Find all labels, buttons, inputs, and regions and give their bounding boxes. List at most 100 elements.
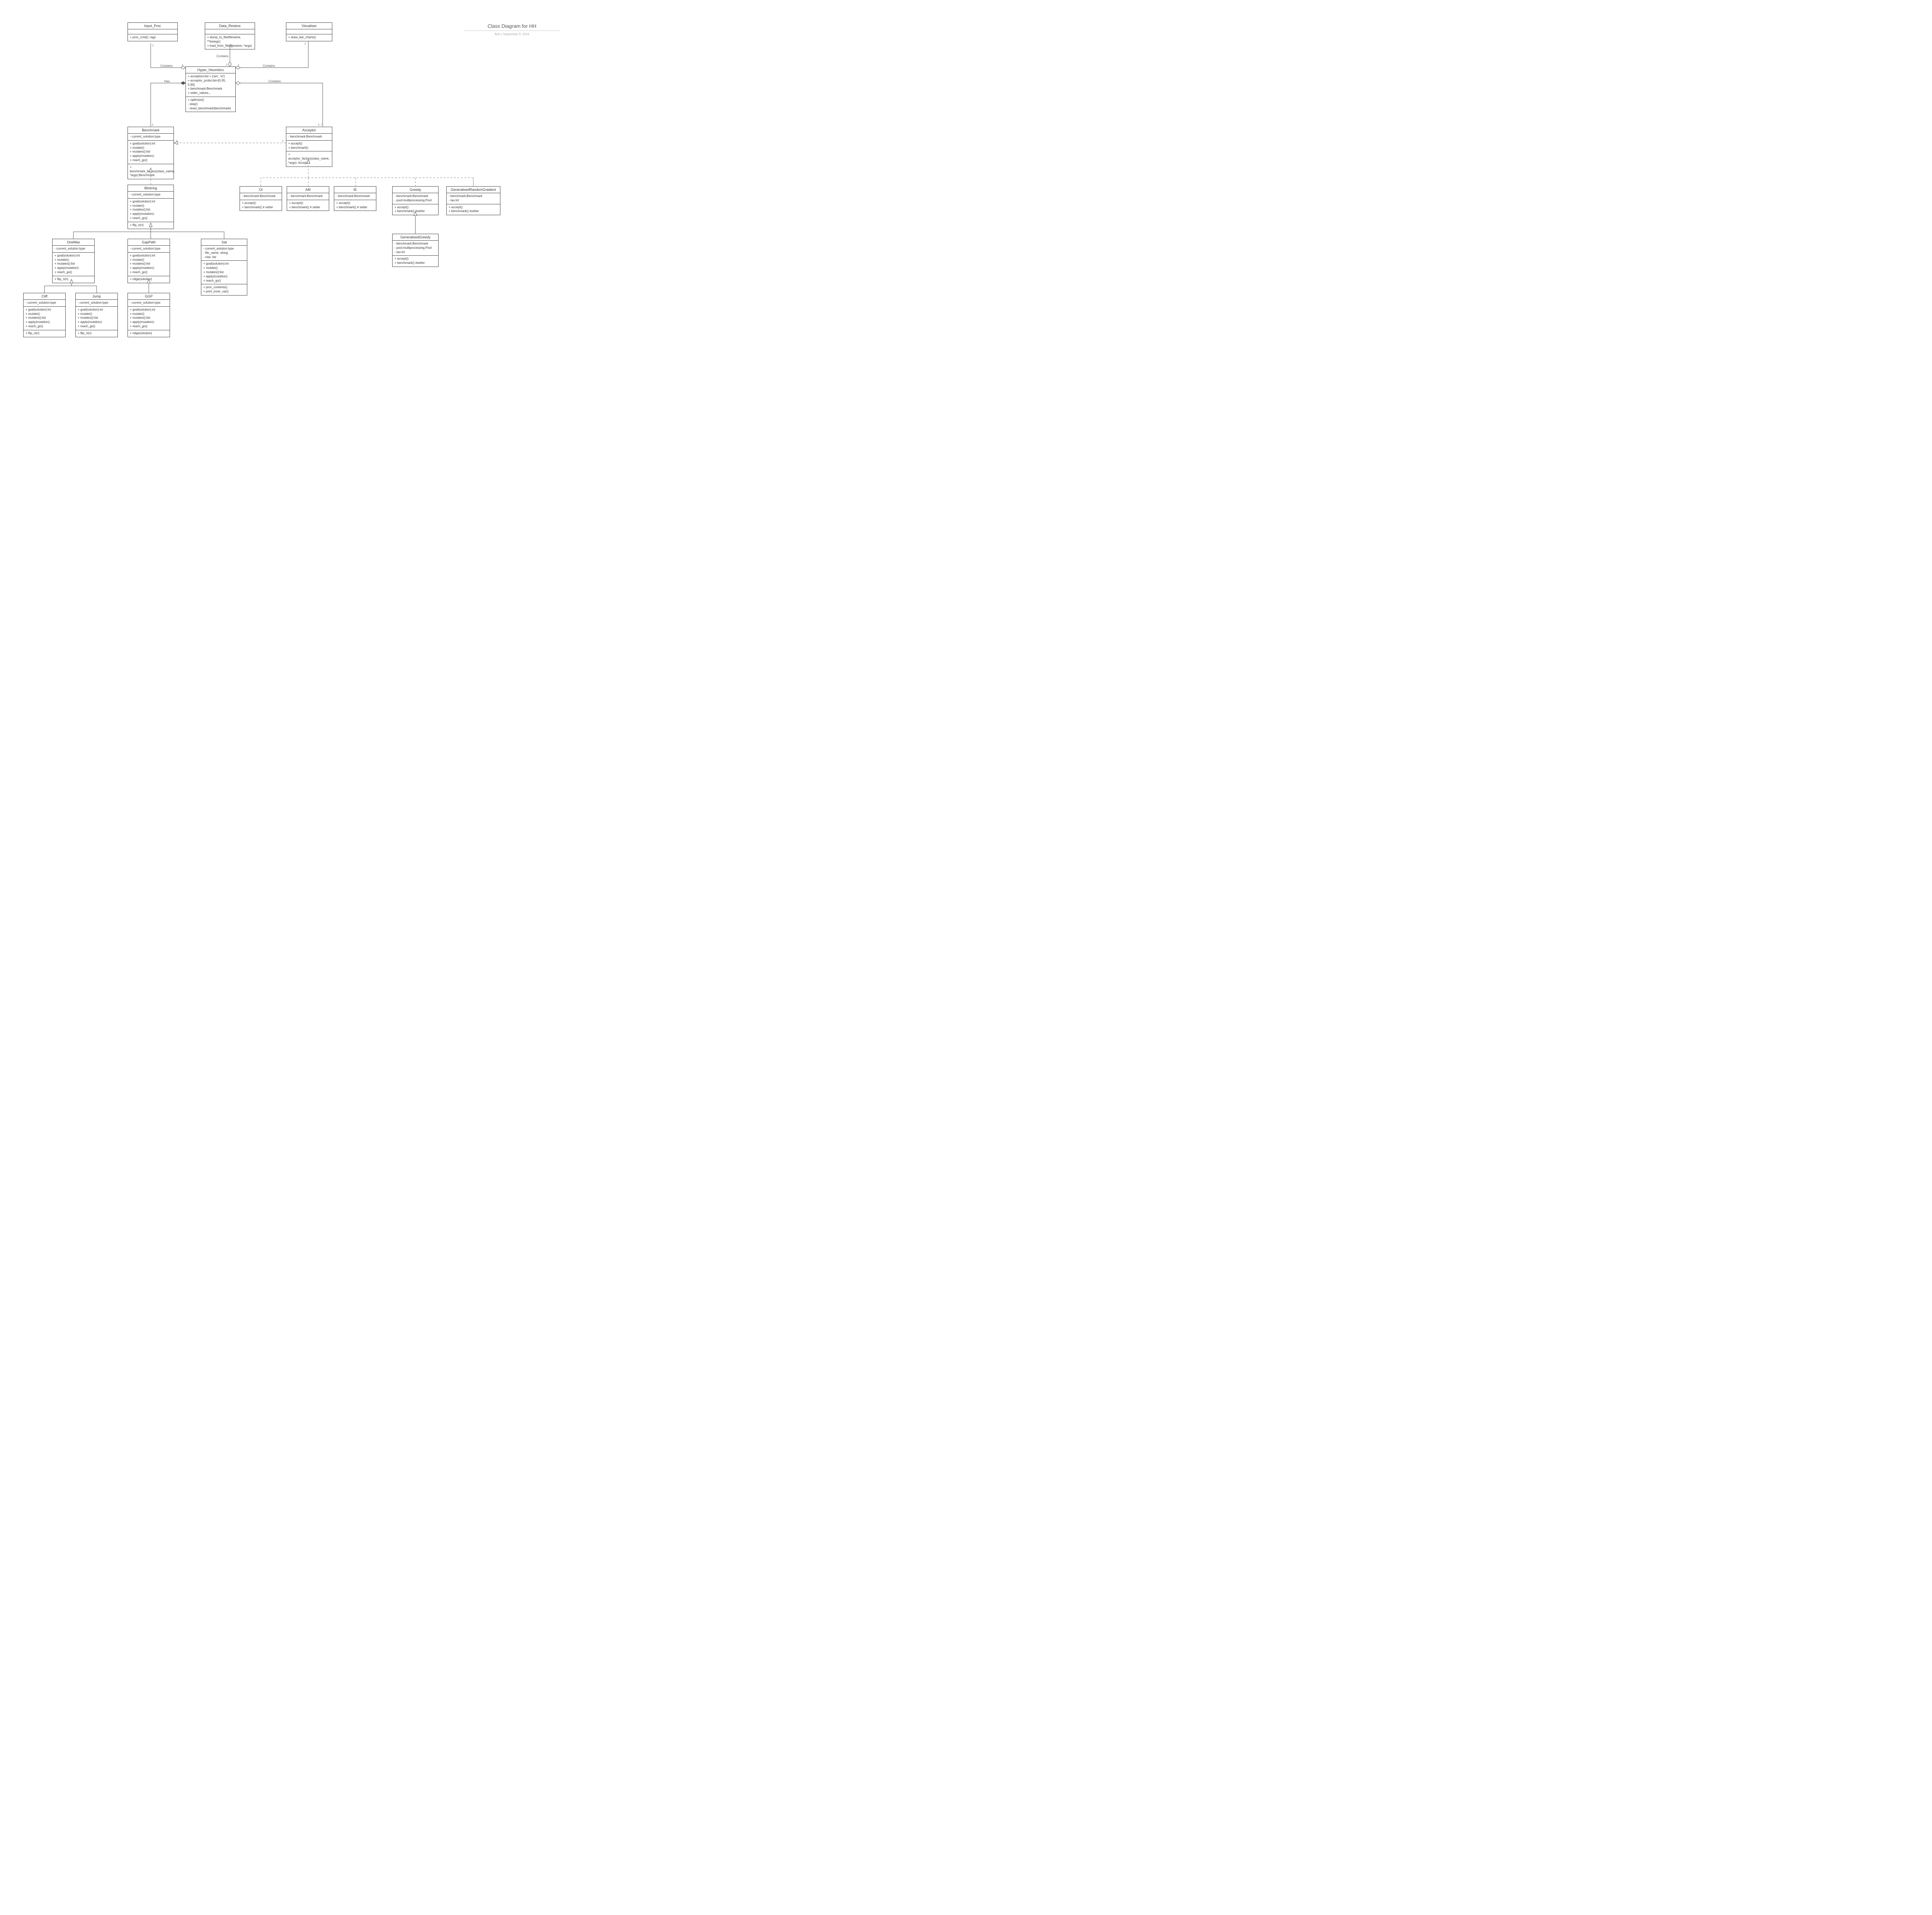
attrs: - benchmark:Benchmark - pool:multiproces… xyxy=(393,241,438,256)
attrs: + acceptors:list = ['am', 'oi'] + accept… xyxy=(186,73,235,97)
diagram-subtitle: flyth | September 9, 2019 xyxy=(464,32,560,36)
class-hyper-heuristics[interactable]: Hyper_Heuristics + acceptors:list = ['am… xyxy=(185,66,236,112)
ops2: + flip_n(n) xyxy=(76,330,117,337)
attrs: - current_solution:type xyxy=(128,246,170,253)
class-name: Bitstring xyxy=(128,185,173,192)
class-greedy[interactable]: Greedy - benchmark:Benchmark - pool:mult… xyxy=(392,186,439,215)
ops2: + flip_n(n) xyxy=(53,276,94,283)
class-name: IE xyxy=(334,187,376,193)
svg-text:1: 1 xyxy=(282,140,284,143)
svg-text:1: 1 xyxy=(152,124,153,126)
ops: + accept(): + benchmark() # setter xyxy=(334,200,376,211)
attrs xyxy=(205,29,255,34)
ops: + accept(): + benchmark() xyxy=(286,141,332,152)
attrs: - benchmark:Benchmark - tau:int xyxy=(447,193,500,204)
class-name: GeneralisedGreedy xyxy=(393,234,438,241)
ops2: + flip_n(n) xyxy=(24,330,65,337)
class-cliff[interactable]: Cliff - current_solution:type + goal(sol… xyxy=(23,293,66,337)
class-grg[interactable]: GeneralisedRandomGradient - benchmark:Be… xyxy=(446,186,500,215)
svg-text:1: 1 xyxy=(226,64,228,66)
svg-text:1: 1 xyxy=(176,140,177,143)
class-data-restore[interactable]: Data_Restore + dump_to_file(filename, **… xyxy=(205,22,255,49)
ops: + goal(solution):int + mutate(): + mutat… xyxy=(201,261,247,284)
class-gappath[interactable]: GapPath - current_solution:type + goal(s… xyxy=(128,239,170,283)
attrs xyxy=(286,29,332,34)
svg-text:1: 1 xyxy=(238,64,239,67)
ops: + goal(solution):int + mutate(): + mutat… xyxy=(53,253,94,276)
svg-text:Contains: Contains xyxy=(269,80,281,83)
class-input-proc[interactable]: Input_Proc + proc_cmd(): rags xyxy=(128,22,178,41)
ops: + accept(): + benchmark() # setter xyxy=(240,200,282,211)
attrs: - benchmark:Benchmark xyxy=(334,193,376,200)
class-oi[interactable]: OI - benchmark:Benchmark + accept(): + b… xyxy=(240,186,282,211)
ops: + accept(): + benchmark() #setter xyxy=(393,204,438,215)
class-name: Jump xyxy=(76,293,117,300)
class-am[interactable]: AM - benchmark:Benchmark + accept(): + b… xyxy=(287,186,329,211)
ops: + accept(): + benchmark() # setter xyxy=(287,200,329,211)
class-visualiser[interactable]: Visualiser + draw_bar_charts() xyxy=(286,22,332,41)
attrs: - current_solution:type xyxy=(76,300,117,307)
class-bitstring[interactable]: Bitstring - current_solution:type + goal… xyxy=(128,185,174,229)
svg-text:1: 1 xyxy=(152,44,154,47)
attrs: - current_solution:type - file_name: str… xyxy=(201,246,247,261)
class-name: Visualiser xyxy=(286,23,332,29)
class-benchmark[interactable]: Benchmark - current_solution:type + goal… xyxy=(128,127,174,179)
ops2: + acceptor_factory(class_name, *args): A… xyxy=(286,151,332,166)
attrs: - current_solution:type xyxy=(53,246,94,253)
class-ggp[interactable]: GGP - current_solution:type + goal(solut… xyxy=(128,293,170,337)
diagram-canvas: Class Diagram for HH flyth | September 9… xyxy=(0,0,576,383)
class-name: GeneralisedRandomGradient xyxy=(447,187,500,193)
ops: + proc_cmd(): rags xyxy=(128,34,177,41)
ops2: + benchmark_factory(class_name, *args):B… xyxy=(128,164,173,179)
label-contains: Contains xyxy=(160,64,173,68)
svg-text:Contains: Contains xyxy=(216,54,229,58)
ops2: + ridge(solution) xyxy=(128,276,170,283)
ops: + optimize() - step() - reset_benchmark(… xyxy=(186,97,235,112)
ops: + goal(solution):int + mutate(): + mutat… xyxy=(128,141,173,164)
attrs: - benchmark:Benchmark xyxy=(240,193,282,200)
class-ie[interactable]: IE - benchmark:Benchmark + accept(): + b… xyxy=(334,186,376,211)
ops2: + ridge(solution) xyxy=(128,330,170,337)
class-name: OneMax xyxy=(53,239,94,246)
svg-text:1..*: 1..* xyxy=(318,124,322,126)
ops2: + proc_contents() + print_inner_var() xyxy=(201,284,247,295)
class-acceptor[interactable]: Acceptor - benchmark:Benchmark + accept(… xyxy=(286,127,332,167)
class-name: Hyper_Heuristics xyxy=(186,67,235,73)
class-name: Input_Proc xyxy=(128,23,177,29)
attrs: - benchmark:Benchmark - pool:multiproces… xyxy=(393,193,438,204)
class-name: Acceptor xyxy=(286,127,332,134)
class-onemax[interactable]: OneMax - current_solution:type + goal(so… xyxy=(52,239,95,283)
ops: + dump_to_file(filename, **kwargs) + loa… xyxy=(205,34,255,49)
class-name: GGP xyxy=(128,293,170,300)
attrs: - benchmark:Benchmark xyxy=(287,193,329,200)
class-name: Sat xyxy=(201,239,247,246)
ops: + accept(): + benchmark() #setter xyxy=(447,204,500,215)
attrs: - current_solution:type xyxy=(128,192,173,199)
ops: + accept(): + benchmark() #setter xyxy=(393,256,438,267)
ops: + draw_bar_charts() xyxy=(286,34,332,41)
class-name: Cliff xyxy=(24,293,65,300)
class-name: Benchmark xyxy=(128,127,173,134)
attrs: - current_solution:type xyxy=(128,300,170,307)
ops: + goal(solution):int + mutate(): + mutat… xyxy=(76,307,117,330)
diagram-title: Class Diagram for HH xyxy=(464,23,560,31)
attrs: - current_solution:type xyxy=(128,134,173,141)
svg-text:1: 1 xyxy=(304,42,306,45)
class-name: AM xyxy=(287,187,329,193)
class-name: GapPath xyxy=(128,239,170,246)
ops: + goal(solution):int + mutate(): + mutat… xyxy=(128,307,170,330)
title-block: Class Diagram for HH flyth | September 9… xyxy=(464,23,560,36)
class-gen-greedy[interactable]: GeneralisedGreedy - benchmark:Benchmark … xyxy=(392,234,439,267)
class-sat[interactable]: Sat - current_solution:type - file_name:… xyxy=(201,239,247,296)
svg-text:Has: Has xyxy=(164,80,170,83)
class-jump[interactable]: Jump - current_solution:type + goal(solu… xyxy=(75,293,118,337)
svg-text:1: 1 xyxy=(182,64,183,67)
class-name: OI xyxy=(240,187,282,193)
svg-text:Contains: Contains xyxy=(263,64,275,68)
attrs: - benchmark:Benchmark xyxy=(286,134,332,141)
class-name: Data_Restore xyxy=(205,23,255,29)
attrs: - current_solution:type xyxy=(24,300,65,307)
ops: + goal(solution):int + mutate(): + mutat… xyxy=(128,253,170,276)
ops2: + flip_n(n) xyxy=(128,222,173,229)
class-name: Greedy xyxy=(393,187,438,193)
